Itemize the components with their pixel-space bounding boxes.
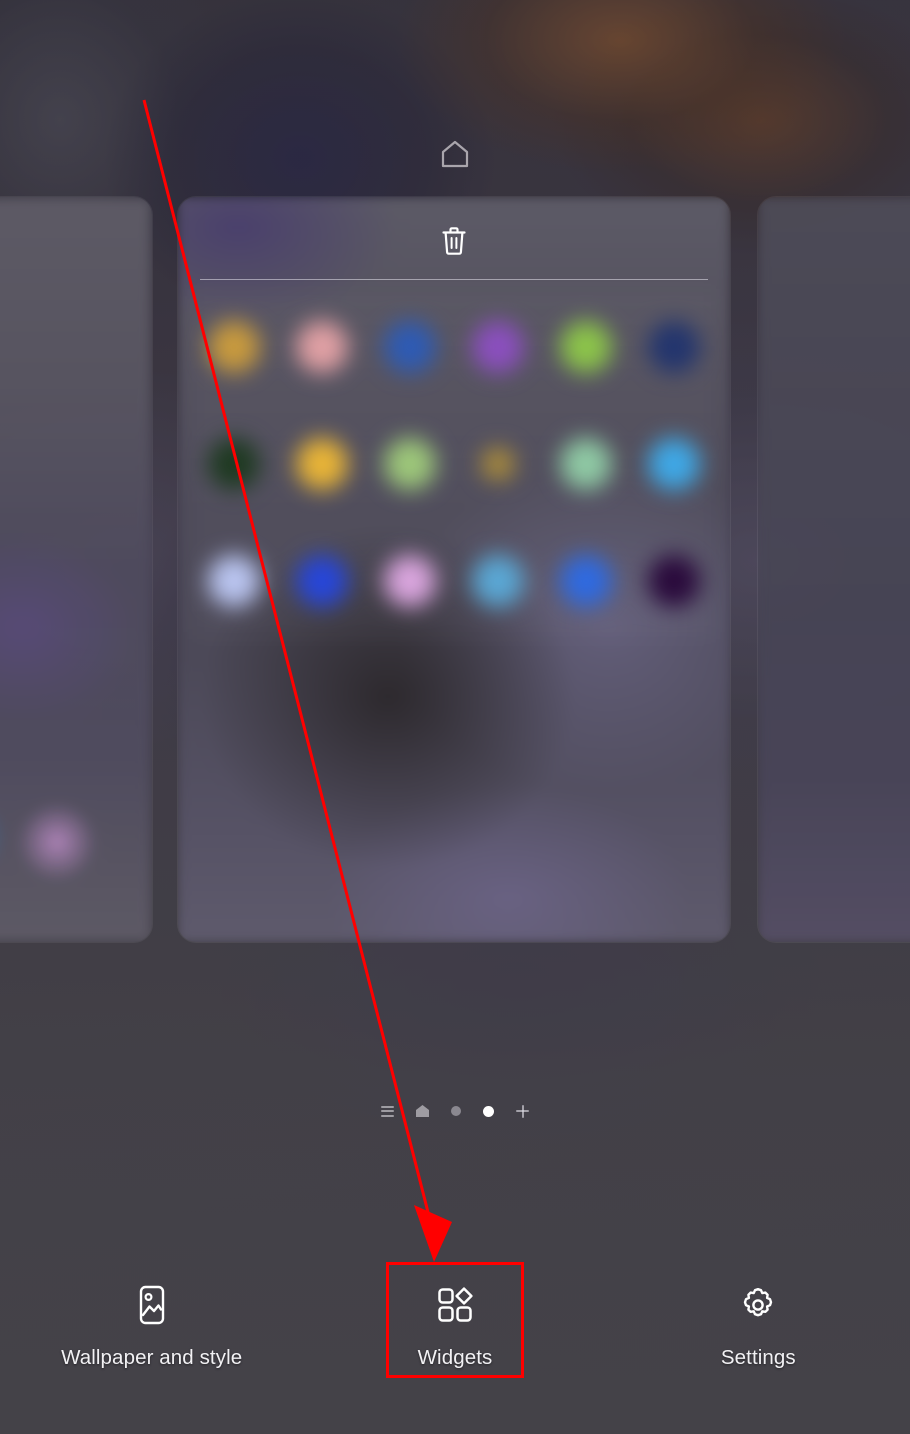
app-icon-cell bbox=[542, 289, 630, 406]
app-icon-cell bbox=[542, 406, 630, 523]
annotation-highlight-box bbox=[386, 1262, 524, 1378]
page-indicator-dot-active[interactable] bbox=[483, 1105, 494, 1117]
page-indicator-home[interactable] bbox=[416, 1105, 429, 1117]
page-preview-left-wallpaper bbox=[0, 197, 152, 942]
page-indicator-feed[interactable] bbox=[381, 1105, 394, 1117]
app-icon-cell bbox=[366, 522, 454, 639]
settings-label: Settings bbox=[720, 1346, 796, 1369]
page-preview-right-wallpaper bbox=[758, 197, 910, 942]
app-icon-cell bbox=[454, 289, 542, 406]
page-indicator-row bbox=[0, 1098, 910, 1124]
app-icon-grid-blurred bbox=[190, 289, 718, 639]
wallpaper-image-icon bbox=[134, 1284, 170, 1326]
trash-icon[interactable] bbox=[440, 225, 468, 257]
app-icon-cell bbox=[454, 522, 542, 639]
card-divider bbox=[200, 279, 708, 280]
app-icon-cell bbox=[278, 289, 366, 406]
app-icon-cell bbox=[278, 522, 366, 639]
app-icon-cell bbox=[542, 522, 630, 639]
app-icon-cell bbox=[190, 522, 278, 639]
wallpaper-and-style-label: Wallpaper and style bbox=[61, 1346, 243, 1369]
app-icon-cell bbox=[190, 406, 278, 523]
page-preview-right[interactable] bbox=[758, 197, 910, 942]
app-icon-cell bbox=[366, 406, 454, 523]
home-indicator-top bbox=[0, 140, 910, 168]
page-indicator-dot[interactable] bbox=[451, 1106, 461, 1116]
home-outline-icon bbox=[441, 140, 469, 168]
app-icon-cell bbox=[278, 406, 366, 523]
page-preview-left[interactable] bbox=[0, 197, 152, 942]
settings-button[interactable]: Settings bbox=[607, 1238, 910, 1370]
app-icon-cell bbox=[190, 289, 278, 406]
app-icon-cell bbox=[630, 289, 718, 406]
app-icon-cell bbox=[630, 522, 718, 639]
app-icon-cell bbox=[630, 406, 718, 523]
page-previews bbox=[0, 197, 910, 942]
wallpaper-and-style-button[interactable]: Wallpaper and style bbox=[0, 1238, 303, 1370]
remove-page-row bbox=[178, 225, 730, 257]
page-preview-center[interactable] bbox=[178, 197, 730, 942]
app-icon-cell bbox=[454, 406, 542, 523]
gear-icon bbox=[738, 1284, 778, 1326]
app-icon-cell bbox=[366, 289, 454, 406]
add-page-button[interactable] bbox=[516, 1104, 529, 1118]
